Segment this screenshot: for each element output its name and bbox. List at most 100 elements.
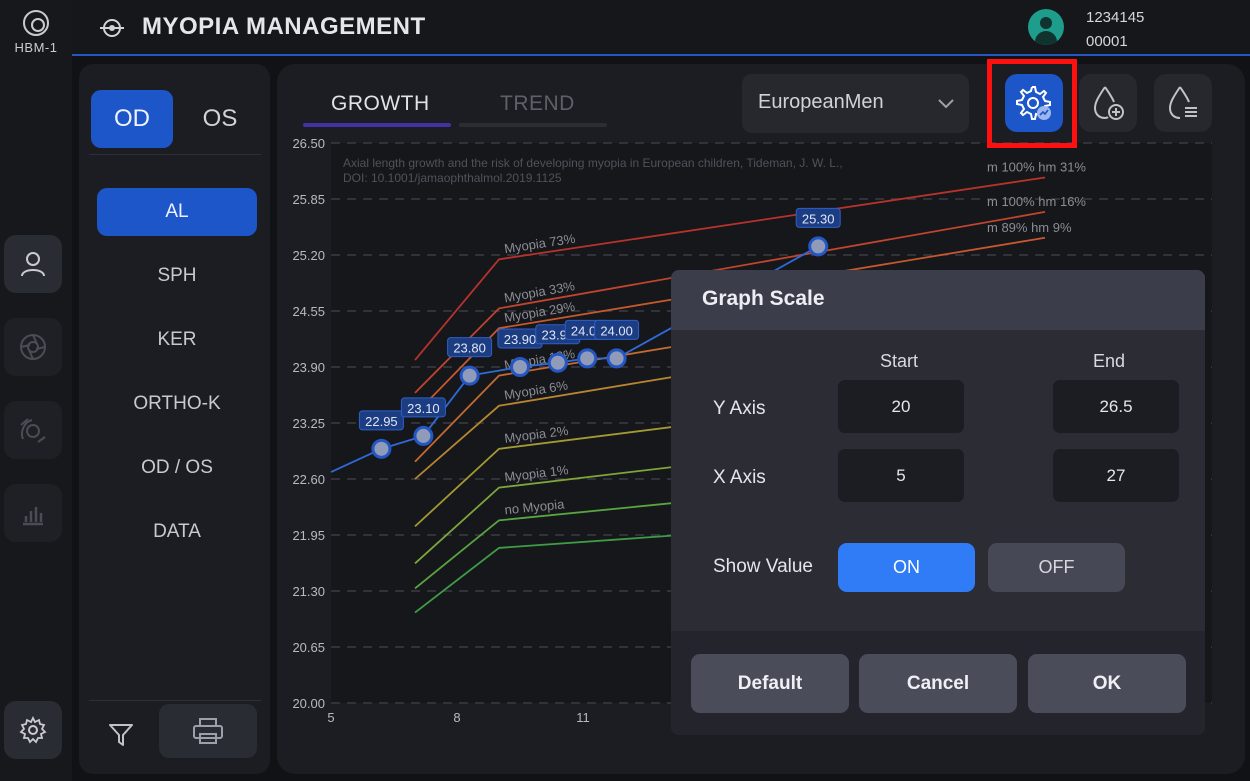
y-tick-label: 23.90	[292, 360, 325, 375]
divider	[89, 154, 261, 155]
reference-dropdown[interactable]: EuropeanMen	[742, 74, 969, 133]
x-tick-label: 8	[453, 710, 460, 725]
x-start-input[interactable]: 5	[838, 449, 964, 502]
user-icon	[21, 252, 45, 277]
printer-icon	[193, 718, 223, 744]
aperture-icon	[20, 334, 46, 360]
default-button[interactable]: Default	[691, 654, 849, 713]
avatar-head	[1040, 17, 1052, 29]
nav-item-ortho-k[interactable]: ORTHO-K	[97, 380, 257, 428]
data-point	[547, 352, 568, 373]
y-tick-label: 24.55	[292, 304, 325, 319]
divider	[89, 700, 261, 701]
dialog-title: Graph Scale	[702, 287, 825, 310]
data-point	[459, 365, 480, 386]
x-tick-label: 11	[576, 710, 590, 725]
nav-item-sph[interactable]: SPH	[97, 252, 257, 300]
cancel-button[interactable]: Cancel	[859, 654, 1017, 713]
x-end-input[interactable]: 27	[1053, 449, 1179, 502]
chevron-down-icon	[938, 99, 954, 109]
rail-eye-button[interactable]	[4, 401, 62, 459]
data-label: 25.30	[802, 211, 835, 226]
data-label: 22.95	[365, 414, 398, 429]
drop-list-icon	[1168, 86, 1197, 119]
y-tick-label: 21.30	[292, 584, 325, 599]
show-value-on-button[interactable]: ON	[838, 543, 975, 592]
y-tick-label: 25.85	[292, 192, 325, 207]
reference-curve-right-label: m 89% hm 9%	[987, 220, 1072, 235]
avatar-body	[1035, 31, 1057, 45]
data-point	[413, 425, 434, 446]
y-start-input[interactable]: 20	[838, 380, 964, 433]
y-tick-label: 20.65	[292, 640, 325, 655]
left-rail: HBM-1	[0, 0, 72, 781]
rail-camera-button[interactable]	[4, 318, 62, 376]
bar-chart-icon	[23, 507, 43, 526]
show-value-off-button[interactable]: OFF	[988, 543, 1125, 592]
data-label: 23.80	[453, 341, 486, 356]
data-point	[510, 357, 530, 377]
y-tick-label: 22.60	[292, 472, 325, 487]
reference-dropdown-value: EuropeanMen	[758, 91, 884, 113]
end-column-label: End	[1093, 351, 1126, 371]
filter-button[interactable]	[97, 712, 145, 758]
eye-logo-icon	[100, 19, 124, 37]
graph-settings-button[interactable]	[1005, 74, 1063, 132]
patient-id-line-2: 00001	[1086, 33, 1128, 50]
page-title: MYOPIA MANAGEMENT	[142, 13, 426, 40]
avatar[interactable]	[1028, 9, 1064, 45]
eye-scan-icon	[20, 418, 46, 443]
y-tick-label: 23.25	[292, 416, 325, 431]
patient-id-line-1: 1234145	[1086, 9, 1145, 26]
reference-curve-right-label: m 100% hm 16%	[987, 194, 1086, 209]
rail-stats-button[interactable]	[4, 484, 62, 542]
tab-od[interactable]: OD	[91, 90, 173, 148]
y-tick-label: 26.50	[292, 136, 325, 151]
tab-growth[interactable]: GROWTH	[331, 92, 430, 116]
drop-add-icon	[1093, 86, 1124, 120]
y-tick-label: 20.00	[292, 696, 325, 711]
patient-id: 1234145 00001	[1086, 6, 1144, 54]
print-button[interactable]	[159, 704, 257, 758]
rail-settings-button[interactable]	[4, 701, 62, 759]
logo: HBM-1	[0, 10, 72, 55]
y-tick-label: 25.20	[292, 248, 325, 263]
tab-growth-indicator	[303, 123, 451, 127]
data-point	[371, 438, 392, 459]
y-end-input[interactable]: 26.5	[1053, 380, 1179, 433]
y-axis-label: Y Axis	[713, 398, 766, 419]
ok-button[interactable]: OK	[1028, 654, 1186, 713]
data-label: 23.90	[504, 332, 537, 347]
x-tick-label: 5	[327, 710, 334, 725]
data-point	[606, 348, 627, 369]
reference-curve-right-label: m 100% hm 31%	[987, 159, 1086, 174]
x-axis-label: X Axis	[713, 467, 766, 488]
nav-item-data[interactable]: DATA	[97, 508, 257, 556]
source-citation: Axial length growth and the risk of deve…	[343, 156, 843, 170]
dialog-header: Graph Scale	[671, 270, 1205, 330]
tab-trend[interactable]: TREND	[500, 92, 575, 116]
data-point	[577, 348, 598, 369]
logo-icon	[23, 10, 49, 36]
drop-list-button[interactable]	[1154, 74, 1212, 132]
graph-settings-icon	[1016, 86, 1051, 120]
data-point	[808, 236, 829, 257]
rail-patient-button[interactable]	[4, 235, 62, 293]
nav-item-ker[interactable]: KER	[97, 316, 257, 364]
data-label: 24.00	[600, 323, 633, 338]
eye-tabs: OD OS	[91, 90, 261, 150]
header: MYOPIA MANAGEMENT 1234145 00001	[72, 0, 1250, 56]
start-column-label: Start	[880, 351, 919, 371]
y-tick-label: 21.95	[292, 528, 325, 543]
add-drop-button[interactable]	[1079, 74, 1137, 132]
nav-item-od-os[interactable]: OD / OS	[97, 444, 257, 492]
nav-item-al[interactable]: AL	[97, 188, 257, 236]
measurement-nav: OD OS AL SPH KER ORTHO-K OD / OS DATA	[79, 64, 270, 774]
graph-scale-dialog: Graph Scale Start End Y Axis X Axis 20 2…	[671, 270, 1205, 735]
source-doi: DOI: 10.1001/jamaophthalmol.2019.1125	[343, 171, 562, 185]
data-label: 23.10	[407, 401, 440, 416]
gear-icon	[19, 715, 47, 744]
tab-os[interactable]: OS	[179, 90, 261, 148]
tab-trend-indicator	[459, 123, 607, 127]
show-value-label: Show Value	[713, 556, 813, 577]
